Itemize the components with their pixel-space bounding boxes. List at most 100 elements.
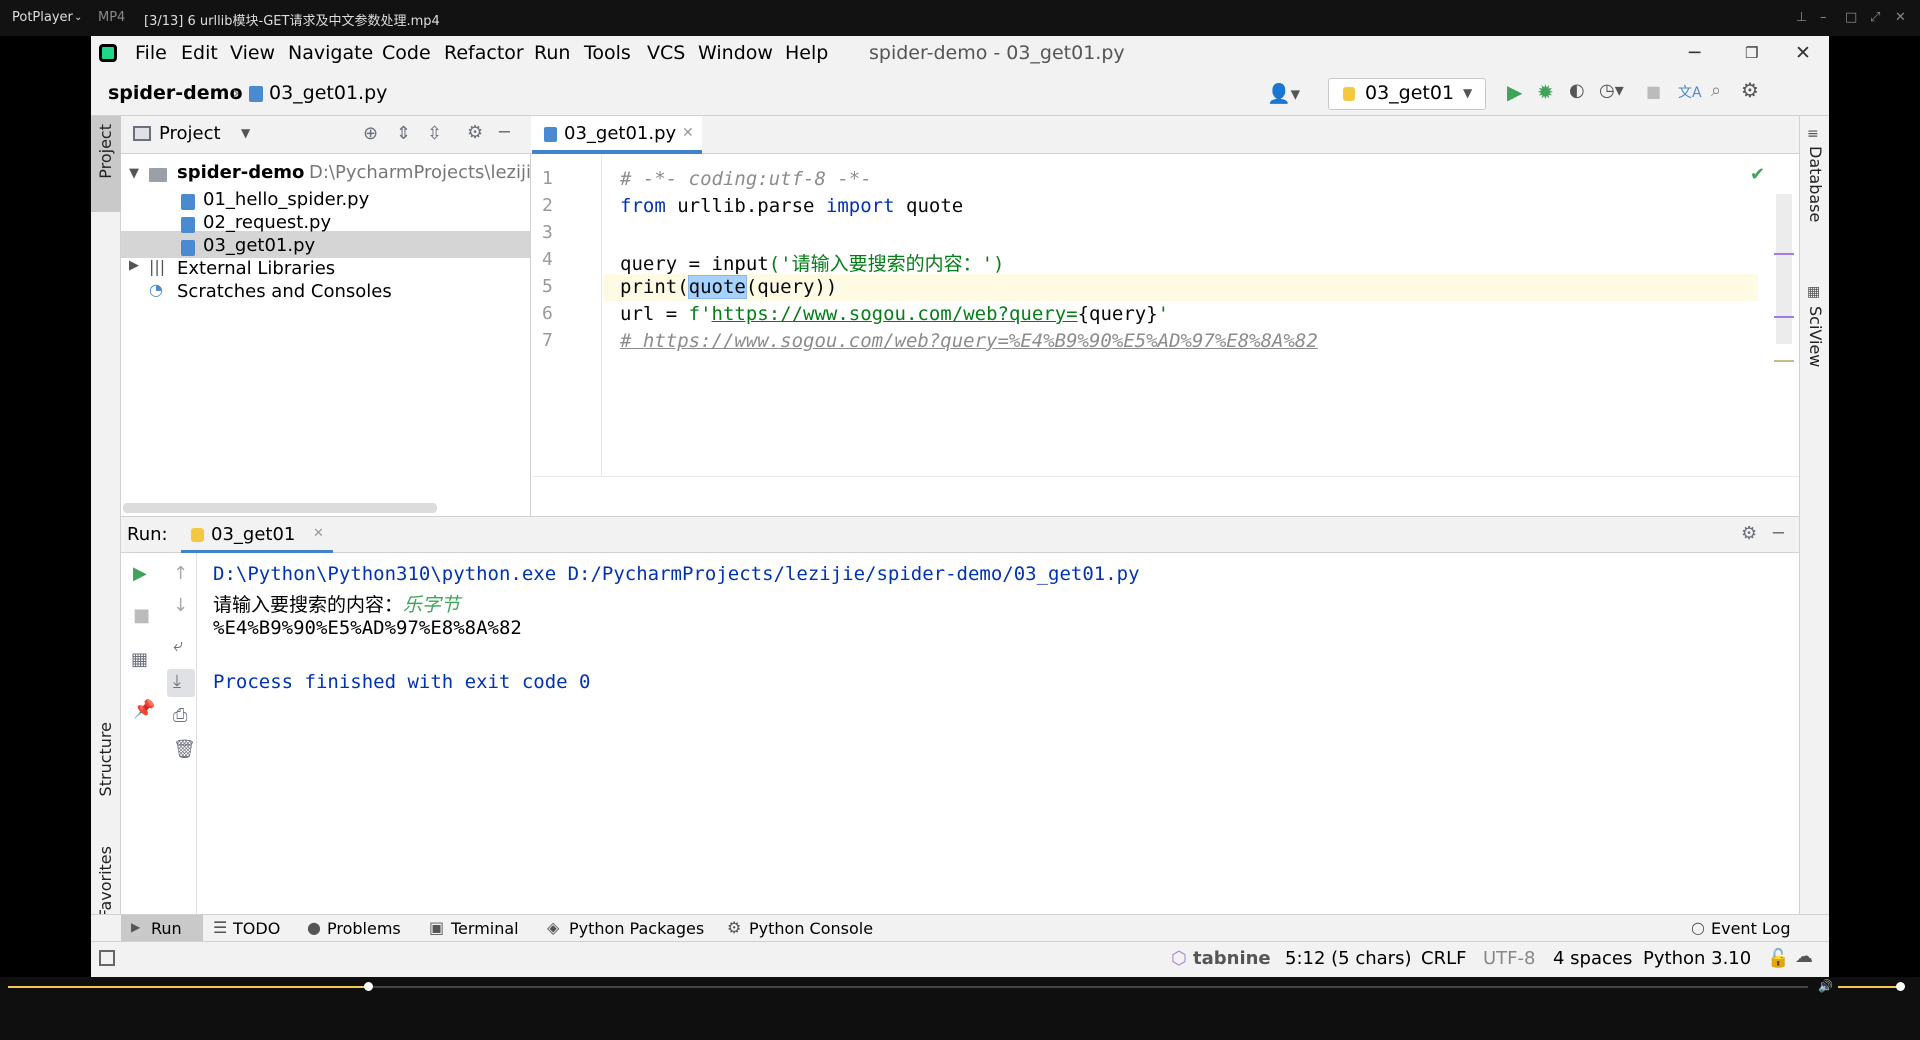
tree-root-name[interactable]: spider-demo: [177, 162, 304, 183]
editor-scrollbar[interactable]: [1776, 194, 1792, 344]
player-menu-chevron[interactable]: ⌄: [74, 12, 82, 23]
menu-code[interactable]: Code: [382, 42, 431, 64]
favorites-tool-label[interactable]: Favorites: [96, 846, 115, 918]
hide-panel-icon[interactable]: ─: [1773, 523, 1784, 544]
file-encoding[interactable]: UTF-8: [1483, 948, 1535, 969]
menu-help[interactable]: Help: [785, 42, 828, 64]
code-line-5[interactable]: print(quote(query)): [620, 275, 837, 299]
python-console-tool-tab[interactable]: Python Console: [749, 919, 873, 938]
print-icon[interactable]: ⎙: [173, 705, 187, 726]
inspection-ok-icon[interactable]: ✔: [1750, 164, 1765, 185]
player-name[interactable]: PotPlayer: [12, 10, 73, 25]
locate-icon[interactable]: ⊕: [363, 123, 378, 144]
ide-minimize-icon[interactable]: ─: [1689, 42, 1700, 64]
menu-navigate[interactable]: Navigate: [288, 42, 373, 64]
scroll-to-end-icon[interactable]: ⤓: [173, 671, 181, 692]
rerun-icon[interactable]: ▶: [133, 563, 147, 584]
python-packages-tool-tab[interactable]: Python Packages: [569, 919, 704, 938]
gear-icon[interactable]: ⚙: [1741, 523, 1757, 544]
menu-vcs[interactable]: VCS: [647, 42, 685, 64]
pin-icon[interactable]: 📌: [133, 699, 155, 720]
player-minimize-icon[interactable]: –: [1820, 10, 1827, 25]
user-account-icon[interactable]: 👤▾: [1267, 82, 1300, 105]
lock-icon[interactable]: 🔓: [1767, 948, 1789, 969]
volume-slider[interactable]: [1838, 986, 1904, 988]
menu-refactor[interactable]: Refactor: [444, 42, 524, 64]
horizontal-scrollbar[interactable]: [123, 503, 437, 513]
player-pin-icon[interactable]: ⊥: [1796, 10, 1807, 25]
code-line-1[interactable]: # -*- coding:utf-8 -*-: [620, 168, 872, 190]
profile-icon[interactable]: ◷▾: [1599, 80, 1624, 101]
seek-handle[interactable]: [364, 982, 373, 991]
scroll-to-end-toggle[interactable]: [167, 669, 195, 697]
trash-icon[interactable]: 🗑: [173, 739, 196, 760]
breadcrumb-project[interactable]: spider-demo: [108, 82, 243, 104]
close-tab-icon[interactable]: ✕: [313, 526, 324, 541]
tree-file-1[interactable]: 01_hello_spider.py: [203, 189, 369, 210]
code-line-4[interactable]: query = input('请输入要搜索的内容：'): [620, 249, 1004, 276]
editor-tab-active[interactable]: 03_get01.py ✕: [532, 116, 702, 154]
toggle-panels-icon[interactable]: [99, 950, 115, 966]
run-tab[interactable]: 03_get01 ✕: [181, 517, 333, 553]
player-fullscreen-icon[interactable]: ⤢: [1870, 10, 1880, 25]
player-maximize-icon[interactable]: □: [1845, 10, 1857, 25]
chevron-right-icon[interactable]: ▶: [129, 258, 139, 273]
run-tool-tab[interactable]: ▶ Run: [121, 915, 203, 943]
terminal-tool-tab[interactable]: Terminal: [451, 919, 519, 938]
volume-handle[interactable]: [1896, 982, 1905, 991]
code-line-2[interactable]: from urllib.parse import quote: [620, 195, 963, 217]
cursor-position[interactable]: 5:12 (5 chars): [1285, 948, 1411, 969]
soft-wrap-icon[interactable]: ⤶: [173, 635, 183, 656]
event-log-tool-tab[interactable]: Event Log: [1711, 919, 1791, 938]
tabnine-status[interactable]: tabnine: [1193, 948, 1271, 969]
python-interpreter[interactable]: Python 3.10: [1643, 948, 1751, 969]
menu-edit[interactable]: Edit: [181, 42, 218, 64]
code-line-7[interactable]: # https://www.sogou.com/web?query=%E4%B9…: [620, 330, 1318, 352]
problems-tool-tab[interactable]: Problems: [327, 919, 401, 938]
menu-view[interactable]: View: [230, 42, 275, 64]
menu-file[interactable]: File: [135, 42, 167, 64]
menu-run[interactable]: Run: [534, 42, 570, 64]
up-arrow-icon[interactable]: ↑: [173, 563, 188, 584]
sciview-tool-label[interactable]: SciView: [1806, 306, 1825, 367]
stop-icon[interactable]: ■: [1646, 82, 1661, 101]
down-arrow-icon[interactable]: ↓: [173, 595, 188, 616]
tree-file-2[interactable]: 02_request.py: [203, 212, 331, 233]
project-view-title[interactable]: Project: [159, 123, 221, 144]
hide-panel-icon[interactable]: ─: [499, 122, 510, 143]
run-icon[interactable]: ▶: [1507, 80, 1522, 104]
run-config-selector[interactable]: 03_get01 ▼: [1328, 78, 1486, 110]
ide-restore-icon[interactable]: ❐: [1745, 44, 1758, 62]
error-stripe-marker[interactable]: [1774, 316, 1794, 318]
coverage-icon[interactable]: ◐: [1569, 80, 1585, 101]
chevron-down-icon[interactable]: ▼: [129, 166, 139, 181]
debug-icon[interactable]: ✹: [1537, 80, 1554, 104]
tree-file-3[interactable]: 03_get01.py: [203, 235, 315, 256]
breadcrumb-file[interactable]: 03_get01.py: [269, 82, 387, 104]
collapse-all-icon[interactable]: ⇳: [427, 123, 442, 144]
player-close-icon[interactable]: ✕: [1895, 10, 1906, 25]
expand-all-icon[interactable]: ⇕: [396, 123, 411, 144]
layout-icon[interactable]: ▦: [131, 649, 148, 670]
line-separator[interactable]: CRLF: [1421, 948, 1466, 969]
project-tool-tab[interactable]: Project: [91, 116, 121, 212]
ide-close-icon[interactable]: ✕: [1795, 42, 1811, 64]
error-stripe-marker[interactable]: [1774, 253, 1794, 255]
stop-icon[interactable]: ■: [133, 605, 150, 626]
volume-icon[interactable]: 🔊: [1818, 979, 1833, 993]
menu-window[interactable]: Window: [698, 42, 773, 64]
error-stripe-marker[interactable]: [1774, 360, 1794, 362]
close-tab-icon[interactable]: ✕: [682, 125, 694, 141]
indent-setting[interactable]: 4 spaces: [1553, 948, 1632, 969]
database-tool-label[interactable]: Database: [1806, 146, 1825, 222]
tree-external-libraries[interactable]: External Libraries: [177, 258, 335, 279]
todo-tool-tab[interactable]: TODO: [233, 919, 280, 938]
translate-icon[interactable]: 文A: [1678, 82, 1702, 102]
gear-icon[interactable]: ⚙: [467, 122, 483, 143]
tree-scratches[interactable]: Scratches and Consoles: [177, 281, 392, 302]
chevron-down-icon[interactable]: ▼: [241, 126, 250, 140]
search-icon[interactable]: ⌕: [1711, 80, 1721, 101]
menu-tools[interactable]: Tools: [584, 42, 631, 64]
settings-gear-icon[interactable]: ⚙: [1741, 78, 1759, 102]
notifications-icon[interactable]: ☁: [1795, 946, 1813, 967]
